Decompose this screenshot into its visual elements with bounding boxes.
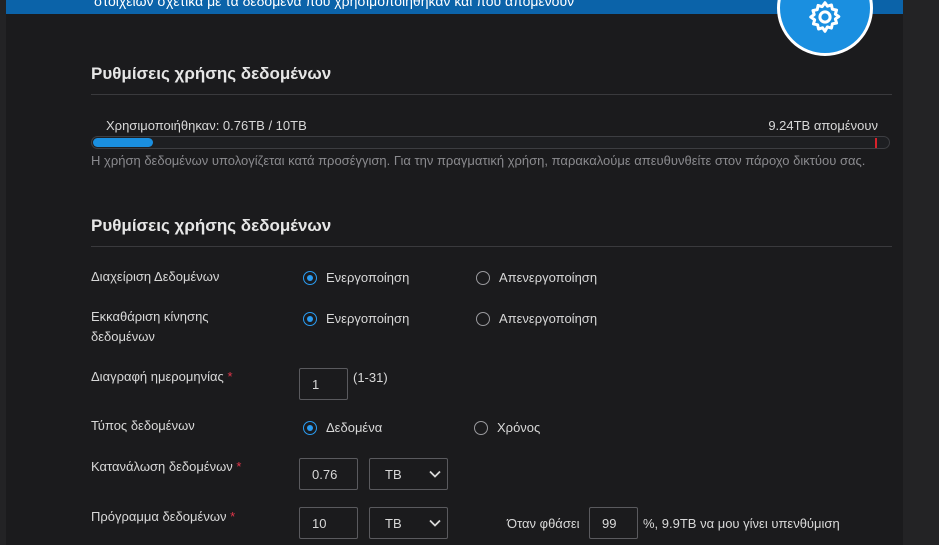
consumption-label-text: Κατανάλωση δεδομένων xyxy=(91,459,233,474)
reminder-suffix: %, 9.9TB να μου γίνει υπενθύμιση xyxy=(643,516,840,531)
chevron-down-icon xyxy=(429,519,441,527)
plan-label: Πρόγραμμα δεδομένων * xyxy=(91,507,235,527)
consumption-input[interactable] xyxy=(299,458,358,490)
delete-date-label: Διαγραφή ημερομηνίας * xyxy=(91,367,233,387)
radio-label: Απενεργοποίηση xyxy=(499,311,598,326)
reminder-prefix: Όταν φθάσει xyxy=(507,516,580,531)
usage-note: Η χρήση δεδομένων υπολογίζεται κατά προσ… xyxy=(91,153,866,168)
data-type-data-radio[interactable]: Δεδομένα xyxy=(303,420,382,435)
data-management-on-radio[interactable]: Ενεργοποίηση xyxy=(303,270,409,285)
usage-progress-fill xyxy=(93,138,153,147)
delete-date-input[interactable] xyxy=(299,368,348,400)
banner-text: στοιχείων σχετικά με τα δεδομένα που χρη… xyxy=(94,0,575,9)
usage-section-divider xyxy=(91,94,892,95)
limit-marker xyxy=(875,138,877,148)
data-type-label: Τύπος δεδομένων xyxy=(91,418,195,433)
gear-icon xyxy=(809,1,841,33)
reminder-percent-input[interactable] xyxy=(589,507,638,539)
usage-section-title: Ρυθμίσεις χρήσης δεδομένων xyxy=(91,64,332,83)
select-value: TB xyxy=(385,516,402,531)
radio-label: Ενεργοποίηση xyxy=(326,311,410,326)
required-mark: * xyxy=(236,459,242,474)
radio-checked-icon xyxy=(303,270,317,285)
consumption-label: Κατανάλωση δεδομένων * xyxy=(91,457,241,477)
settings-section-divider xyxy=(91,246,892,247)
chevron-down-icon xyxy=(429,470,441,478)
radio-label: Χρόνος xyxy=(497,420,541,435)
radio-label: Απενεργοποίηση xyxy=(499,270,598,285)
radio-unchecked-icon xyxy=(474,420,488,435)
select-value: TB xyxy=(385,467,402,482)
plan-unit-select[interactable]: TB xyxy=(369,507,448,539)
right-frame xyxy=(903,0,939,545)
consumption-unit-select[interactable]: TB xyxy=(369,458,448,490)
radio-unchecked-icon xyxy=(476,311,490,326)
remaining-label: 9.24TB απομένουν xyxy=(768,118,878,133)
required-mark: * xyxy=(227,369,233,384)
radio-label: Δεδομένα xyxy=(326,420,383,435)
data-management-off-radio[interactable]: Απενεργοποίηση xyxy=(476,270,597,285)
required-mark: * xyxy=(230,509,236,524)
info-banner: στοιχείων σχετικά με τα δεδομένα που χρη… xyxy=(6,0,903,14)
settings-section-title: Ρυθμίσεις χρήσης δεδομένων xyxy=(91,216,332,235)
delete-date-label-text: Διαγραφή ημερομηνίας xyxy=(91,369,224,384)
delete-date-range-hint: (1-31) xyxy=(353,370,388,385)
plan-label-text: Πρόγραμμα δεδομένων xyxy=(91,509,227,524)
radio-label: Ενεργοποίηση xyxy=(326,270,410,285)
traffic-clear-on-radio[interactable]: Ενεργοποίηση xyxy=(303,311,409,326)
usage-progress-bar xyxy=(91,136,890,149)
data-type-time-radio[interactable]: Χρόνος xyxy=(474,420,540,435)
radio-unchecked-icon xyxy=(476,270,490,285)
radio-checked-icon xyxy=(303,311,317,326)
plan-input[interactable] xyxy=(299,507,358,539)
traffic-clear-off-radio[interactable]: Απενεργοποίηση xyxy=(476,311,597,326)
used-label: Χρησιμοποιήθηκαν: 0.76TB / 10TB xyxy=(106,118,307,133)
data-management-label: Διαχείριση Δεδομένων xyxy=(91,269,220,284)
radio-checked-icon xyxy=(303,420,317,435)
traffic-clear-label: Εκκαθάριση κίνησης δεδομένων xyxy=(91,309,209,344)
